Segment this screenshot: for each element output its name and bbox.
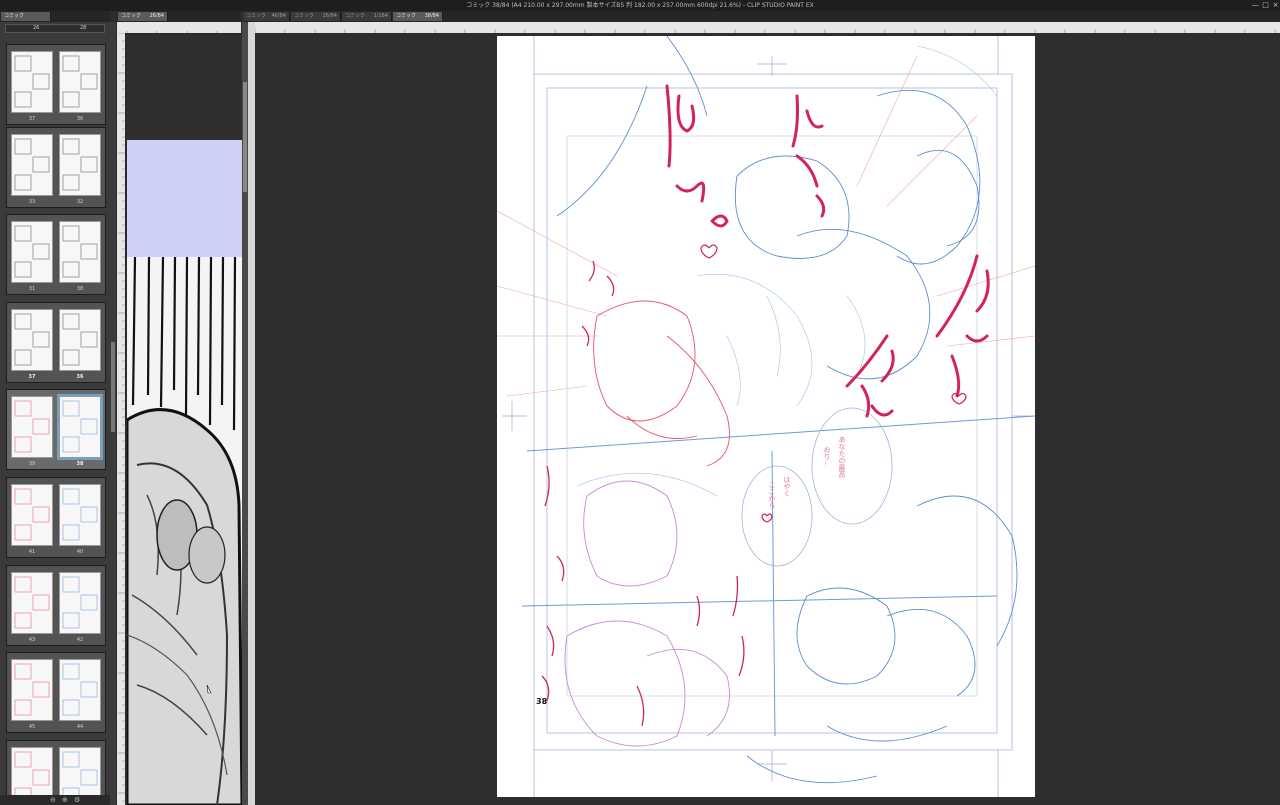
page-number-label: 38 (76, 286, 84, 292)
zoom-in-icon[interactable]: ⊕ (62, 796, 68, 804)
page-spread[interactable]: 39 38 (6, 389, 106, 470)
panel-tabbar: コミック (0, 11, 110, 22)
page-number-label: 33 (28, 199, 36, 205)
close-icon[interactable]: × (1271, 0, 1280, 11)
minimize-icon[interactable]: — (1251, 0, 1260, 11)
page-list-scroll-thumb[interactable] (111, 342, 115, 432)
canvas-ruler-left (248, 22, 255, 805)
page-spread[interactable]: 43 42 (6, 565, 106, 646)
canvas-tabbar: コミック 46/84 コミック 26/84 コミック 1/164 コミック 38/84 (243, 11, 1280, 22)
tab-subview[interactable]: コミック 26/84 (118, 12, 168, 21)
subview-scroll-thumb[interactable] (243, 82, 247, 192)
page-thumbnail[interactable] (59, 134, 101, 196)
page-list-panel: 26 28 3736333231383736393841404342454447… (0, 22, 110, 805)
page-number-label: 37 (28, 374, 36, 380)
tab-pagelist[interactable]: コミック (1, 12, 51, 21)
page-spread[interactable]: 37 36 (6, 44, 106, 125)
page-thumbnail[interactable] (11, 51, 53, 113)
page-spread[interactable]: 31 38 (6, 214, 106, 295)
page-number-label: 43 (28, 637, 36, 643)
svg-text:ここから: ここから (768, 481, 776, 509)
page-thumbnail[interactable] (59, 659, 101, 721)
page-spread[interactable]: 45 44 (6, 652, 106, 733)
page-number-label: 44 (76, 724, 84, 730)
svg-text:あなたの最高: あなたの最高 (838, 436, 846, 479)
page-list-header: 26 28 (5, 24, 105, 33)
settings-icon[interactable]: ⚙ (74, 796, 80, 804)
page-number: 38 (536, 697, 548, 706)
page-number-label: 38 (76, 461, 84, 467)
page-list-scrollbar[interactable] (110, 22, 116, 805)
page-thumbnail[interactable] (59, 572, 101, 634)
tab-document-1[interactable]: コミック 46/84 (243, 12, 290, 21)
page-number-label: 45 (28, 724, 36, 730)
page-number-label: 42 (76, 637, 84, 643)
title-bar: コミック 38/84 (A4 210.00 x 297.00mm 製本サイズB5… (0, 0, 1280, 11)
page-thumbnail[interactable] (59, 51, 101, 113)
subview-ruler-top (117, 22, 241, 33)
page-spread[interactable]: 37 36 (6, 302, 106, 383)
page-number-label: 37 (28, 116, 36, 122)
page-number-label: 39 (28, 461, 36, 467)
manga-page-canvas[interactable]: あなたの最高 おり… はやく ここから (497, 36, 1035, 797)
page-spread[interactable]: 41 40 (6, 477, 106, 558)
page-number-label: 32 (76, 199, 84, 205)
page-thumbnail[interactable] (59, 309, 101, 371)
page-list-toolbar: ⊖ ⊕ ⚙ (0, 795, 110, 805)
page-thumbnail[interactable] (11, 309, 53, 371)
page-spread[interactable]: 33 32 (6, 127, 106, 208)
page-thumbnail[interactable] (59, 221, 101, 283)
svg-text:はやく: はやく (783, 476, 791, 497)
page-thumbnail[interactable] (11, 134, 53, 196)
page-thumbnail[interactable] (11, 659, 53, 721)
canvas-background-right (1035, 33, 1280, 805)
page-thumbnail[interactable] (11, 484, 53, 546)
zoom-out-icon[interactable]: ⊖ (50, 796, 56, 804)
tab-document-3[interactable]: コミック 1/164 (342, 12, 392, 21)
page-number-label: 41 (28, 549, 36, 555)
svg-text:おり…: おり… (823, 446, 831, 467)
page-number-label: 40 (76, 549, 84, 555)
page-number-label: 31 (28, 286, 36, 292)
subview-ruler-left (117, 33, 125, 805)
tab-document-4[interactable]: コミック 38/84 (393, 12, 443, 21)
page-thumbnail[interactable] (57, 394, 103, 460)
page-thumbnail[interactable] (11, 572, 53, 634)
page-thumbnail[interactable] (59, 484, 101, 546)
sub-view-image[interactable] (127, 35, 242, 805)
page-thumbnail[interactable] (11, 221, 53, 283)
page-number-label: 36 (76, 374, 84, 380)
page-thumbnail[interactable] (11, 396, 53, 458)
window-title: コミック 38/84 (A4 210.00 x 297.00mm 製本サイズB5… (466, 2, 814, 9)
maximize-icon[interactable]: □ (1261, 0, 1270, 11)
canvas-ruler-top (255, 22, 1280, 33)
tab-document-2[interactable]: コミック 26/84 (291, 12, 341, 21)
subview-tabbar: コミック 26/84 (117, 11, 240, 22)
page-number-label: 36 (76, 116, 84, 122)
